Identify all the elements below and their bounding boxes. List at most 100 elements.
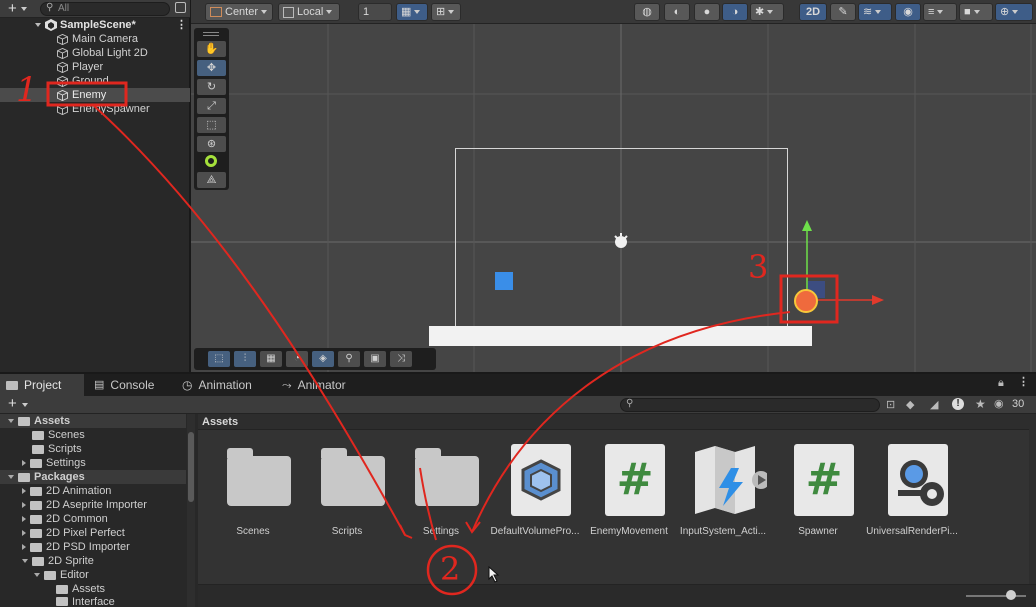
drag-handle-icon[interactable]: [203, 32, 219, 36]
y-axis-handle[interactable]: [802, 220, 812, 231]
transform-tool-button[interactable]: ⊛: [197, 136, 226, 152]
2d-mode-toggle[interactable]: 2D: [799, 3, 827, 21]
icon-size-slider[interactable]: [966, 595, 1026, 597]
hand-tool-button[interactable]: ✋: [197, 41, 226, 57]
player-sprite[interactable]: [495, 272, 513, 290]
tree-item-label: 2D Pixel Perfect: [46, 527, 125, 539]
hierarchy-search-input[interactable]: ⚲ All: [40, 2, 170, 16]
tab-animator[interactable]: ⤳ Animator: [276, 374, 366, 396]
camera-settings-dropdown[interactable]: ■: [959, 3, 993, 21]
asset-settings-folder[interactable]: Settings: [393, 444, 489, 544]
asset-scenes-folder[interactable]: Scenes: [205, 444, 301, 544]
tree-item-2d-psd-importer[interactable]: 2D PSD Importer: [22, 540, 130, 554]
overlay-search-button[interactable]: ⚲: [338, 351, 360, 367]
move-gizmo[interactable]: [780, 218, 890, 328]
shading-lit-button[interactable]: ◑: [722, 3, 748, 21]
visibility-toggle[interactable]: ◉: [895, 3, 921, 21]
overlay-grid-button[interactable]: ▦: [260, 351, 282, 367]
layers-dropdown[interactable]: ≡: [923, 3, 957, 21]
shading-wireframe-button[interactable]: ◍: [634, 3, 660, 21]
asset-scripts-folder[interactable]: Scripts: [299, 444, 395, 544]
hierarchy-options-icon[interactable]: [175, 2, 186, 13]
lighting-toggle[interactable]: ✎: [830, 3, 856, 21]
tab-animation[interactable]: ◷ Animation: [176, 374, 266, 396]
tree-item-settings[interactable]: Settings: [22, 456, 86, 470]
hierarchy-item-global-light[interactable]: Global Light 2D: [0, 46, 190, 60]
warning-filter-icon[interactable]: !: [952, 398, 964, 410]
create-icon[interactable]: +: [8, 396, 17, 412]
tree-item-2d-pixel-perfect[interactable]: 2D Pixel Perfect: [22, 526, 125, 540]
tree-item-interface[interactable]: Interface: [56, 596, 115, 607]
overlay-camera-button[interactable]: ▣: [364, 351, 386, 367]
icon-size-slider-thumb[interactable]: [1006, 590, 1016, 600]
asset-input-system-actions[interactable]: InputSystem_Acti...: [675, 444, 771, 544]
add-dropdown-icon[interactable]: [21, 7, 27, 11]
light-gizmo-icon: [614, 233, 628, 248]
overlay-shuffle-button[interactable]: ⤨: [390, 351, 412, 367]
tree-item-2d-common[interactable]: 2D Common: [22, 512, 108, 526]
dropdown-arrow-icon: [767, 10, 774, 14]
tree-scroll-thumb[interactable]: [188, 432, 194, 502]
tab-project[interactable]: Project: [0, 374, 84, 396]
collapse-arrow-icon: [22, 488, 26, 494]
label-tag-icon[interactable]: ◢: [930, 398, 938, 411]
hierarchy-item-main-camera[interactable]: Main Camera: [0, 32, 190, 46]
panel-menu-icon[interactable]: ⋮: [1018, 375, 1029, 388]
tree-item-assets[interactable]: Assets: [0, 414, 186, 428]
project-search-input[interactable]: ⚲: [620, 398, 880, 412]
rect-tool-button[interactable]: ⬚: [197, 117, 226, 133]
shading-shaded-button[interactable]: ●: [694, 3, 720, 21]
tree-item-editor[interactable]: Editor: [34, 568, 89, 582]
overlay-rect-button[interactable]: ⬚: [208, 351, 230, 367]
tree-item-editor-assets[interactable]: Assets: [56, 582, 105, 596]
asset-default-volume-profile[interactable]: DefaultVolumePro...: [487, 444, 583, 544]
tree-item-packages[interactable]: Packages: [0, 470, 186, 484]
add-icon[interactable]: +: [8, 0, 17, 17]
expand-arrow-icon[interactable]: [35, 23, 41, 27]
x-axis-handle[interactable]: [872, 295, 884, 305]
tree-item-scenes[interactable]: Scenes: [32, 428, 85, 442]
tree-item-2d-animation[interactable]: 2D Animation: [22, 484, 111, 498]
effects-toggle[interactable]: ≋: [858, 3, 892, 21]
grid-size-field[interactable]: 1: [358, 3, 392, 21]
scene-row[interactable]: SampleScene* ⋮: [0, 18, 190, 32]
tree-scrollbar[interactable]: [187, 414, 195, 607]
custom-tool-icon[interactable]: [205, 155, 217, 167]
moon-icon: ◑: [731, 6, 739, 18]
ground-sprite[interactable]: [429, 326, 812, 346]
snap-settings-button[interactable]: ⊞: [431, 3, 461, 21]
favorite-star-icon[interactable]: ★: [975, 397, 986, 411]
space-local-dropdown[interactable]: Local: [278, 3, 340, 21]
grid-snap-toggle[interactable]: ▦: [396, 3, 428, 21]
asset-spawner-script[interactable]: # Spawner: [770, 444, 866, 544]
edit-collider-button[interactable]: ⟁: [197, 172, 226, 188]
tree-item-scripts[interactable]: Scripts: [32, 442, 82, 456]
gizmos-dropdown[interactable]: ⊕: [995, 3, 1033, 21]
overlay-layers-button[interactable]: ◈: [312, 351, 334, 367]
scale-tool-button[interactable]: ⤢: [197, 98, 226, 114]
search-by-type-icon[interactable]: ⊡: [886, 398, 895, 411]
filter-type-icon[interactable]: ◆: [906, 398, 914, 411]
move-tool-button[interactable]: ✥: [197, 60, 226, 76]
create-dropdown-icon[interactable]: [22, 403, 28, 407]
shading-mixed-button[interactable]: ◐: [664, 3, 690, 21]
assets-scrollbar[interactable]: [1029, 414, 1036, 584]
debug-draw-button[interactable]: ✱: [750, 3, 784, 21]
asset-universal-render-pipeline[interactable]: UniversalRenderPi...: [864, 444, 960, 544]
gameobject-cube-icon: [57, 34, 68, 45]
asset-enemy-movement-script[interactable]: # EnemyMovement: [581, 444, 677, 544]
overlay-sphere-button[interactable]: ◔: [286, 351, 308, 367]
visibility-eye-icon[interactable]: ◉: [994, 397, 1004, 410]
grid-size-value: 1: [363, 6, 370, 18]
assets-breadcrumb[interactable]: Assets: [198, 414, 1030, 430]
overlay-snap-button[interactable]: ⫶: [234, 351, 256, 367]
lock-icon[interactable]: 🔒︎: [998, 377, 1004, 390]
pivot-center-dropdown[interactable]: Center: [205, 3, 273, 21]
tree-item-2d-aseprite[interactable]: 2D Aseprite Importer: [22, 498, 147, 512]
scene-menu-icon[interactable]: ⋮: [176, 18, 187, 32]
rotate-tool-button[interactable]: ↻: [197, 79, 226, 95]
tree-item-2d-sprite[interactable]: 2D Sprite: [22, 554, 94, 568]
tree-item-label: Editor: [60, 569, 89, 581]
tab-console[interactable]: ▤ Console: [88, 374, 168, 396]
sphere-icon: ◔: [293, 353, 301, 364]
